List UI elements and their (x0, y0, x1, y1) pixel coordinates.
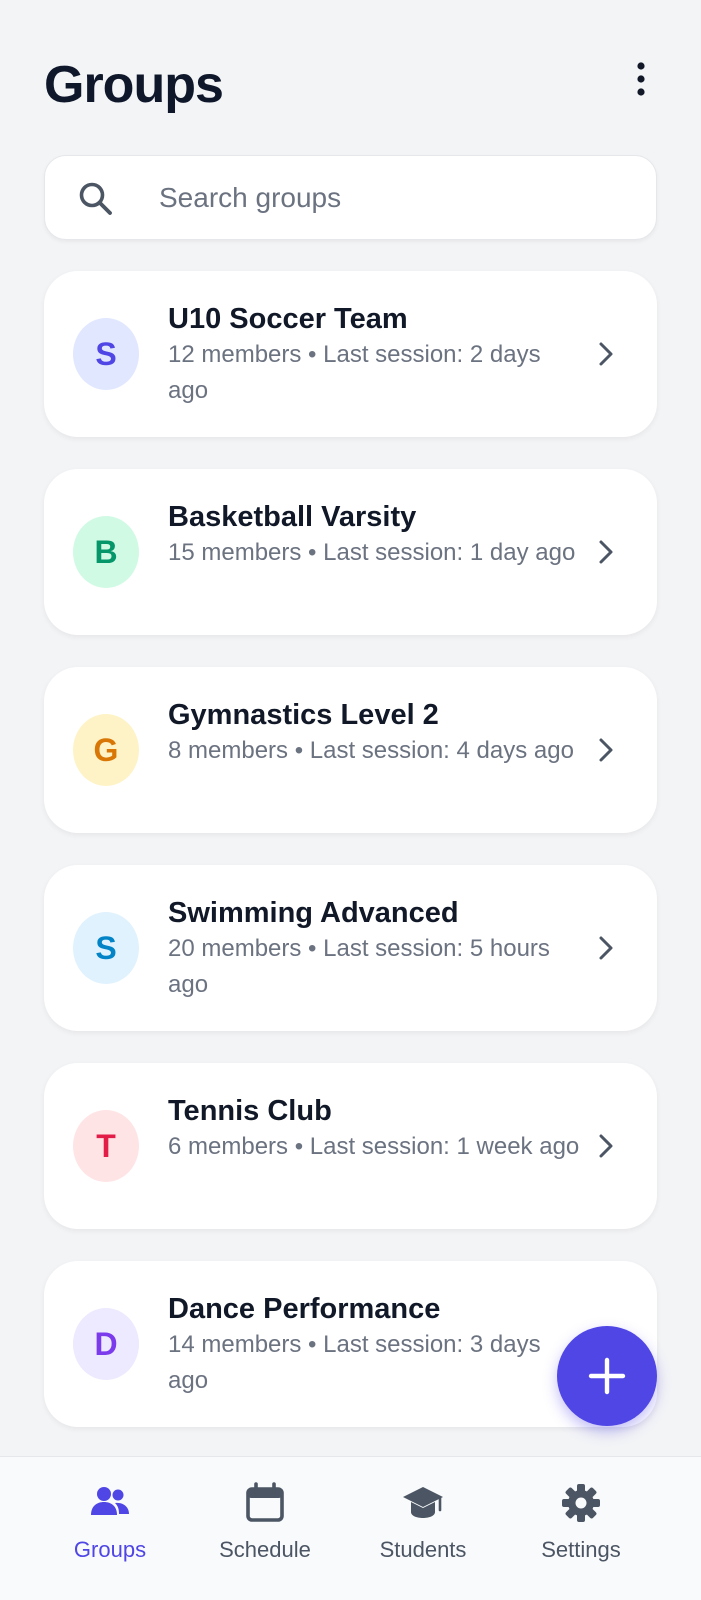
nav-label: Groups (73, 1537, 147, 1562)
group-name: Swimming Advanced (168, 897, 459, 929)
group-name: Gymnastics Level 2 (168, 699, 439, 731)
nav-label: Schedule (219, 1537, 311, 1562)
group-meta: 8 members • Last session: 4 days ago (168, 737, 574, 764)
group-avatar: S (73, 912, 139, 984)
chevron-right-icon (599, 342, 613, 366)
app-root: Groups S U10 Soccer Team 12 members • La… (0, 0, 701, 1600)
group-info: Swimming Advanced 20 members • Last sess… (168, 895, 586, 1003)
group-name: U10 Soccer Team (168, 303, 408, 335)
nav-item-schedule[interactable]: Schedule (185, 1457, 345, 1600)
chevron-right-icon (599, 1134, 613, 1158)
nav-label: Settings (541, 1537, 621, 1562)
group-meta: 14 members • Last session: 3 days ago (168, 1331, 541, 1394)
group-info: Dance Performance 14 members • Last sess… (168, 1291, 586, 1399)
group-card[interactable]: S Swimming Advanced 20 members • Last se… (44, 865, 657, 1031)
nav-item-settings[interactable]: Settings (501, 1457, 661, 1600)
group-info: Basketball Varsity 15 members • Last ses… (168, 499, 586, 571)
search-input[interactable] (159, 156, 632, 239)
group-info: Tennis Club 6 members • Last session: 1 … (168, 1093, 586, 1165)
chevron-right-icon (599, 738, 613, 762)
group-avatar: B (73, 516, 139, 588)
bottom-nav: Groups Schedule Students Settings (0, 1456, 701, 1600)
group-card[interactable]: T Tennis Club 6 members • Last session: … (44, 1063, 657, 1229)
group-avatar: G (73, 714, 139, 786)
nav-label: Students (379, 1537, 467, 1562)
chevron-right-icon (599, 936, 613, 960)
group-meta: 6 members • Last session: 1 week ago (168, 1133, 580, 1160)
nav-item-groups[interactable]: Groups (30, 1457, 190, 1600)
gear-icon (562, 1484, 600, 1522)
group-name: Tennis Club (168, 1095, 332, 1127)
group-list: S U10 Soccer Team 12 members • Last sess… (44, 271, 657, 1459)
group-info: Gymnastics Level 2 8 members • Last sess… (168, 697, 586, 769)
group-card[interactable]: B Basketball Varsity 15 members • Last s… (44, 469, 657, 635)
group-meta: 12 members • Last session: 2 days ago (168, 341, 541, 404)
group-meta: 15 members • Last session: 1 day ago (168, 539, 576, 566)
group-avatar: S (73, 318, 139, 390)
search-icon (79, 182, 112, 215)
users-icon (91, 1487, 129, 1515)
header: Groups (44, 52, 657, 118)
group-name: Basketball Varsity (168, 501, 417, 533)
group-avatar: T (73, 1110, 139, 1182)
more-options-button[interactable] (617, 55, 665, 103)
group-name: Dance Performance (168, 1293, 441, 1325)
calendar-icon (246, 1482, 284, 1522)
group-avatar: D (73, 1308, 139, 1380)
more-vertical-icon (637, 62, 645, 96)
group-card[interactable]: G Gymnastics Level 2 8 members • Last se… (44, 667, 657, 833)
nav-item-students[interactable]: Students (343, 1457, 503, 1600)
add-group-button[interactable] (557, 1326, 657, 1426)
graduation-cap-icon (403, 1487, 443, 1518)
search-bar[interactable] (44, 155, 657, 240)
chevron-right-icon (599, 540, 613, 564)
group-info: U10 Soccer Team 12 members • Last sessio… (168, 301, 586, 409)
group-card[interactable]: S U10 Soccer Team 12 members • Last sess… (44, 271, 657, 437)
group-meta: 20 members • Last session: 5 hours ago (168, 935, 550, 998)
page-title: Groups (44, 56, 224, 114)
plus-icon (588, 1357, 626, 1395)
